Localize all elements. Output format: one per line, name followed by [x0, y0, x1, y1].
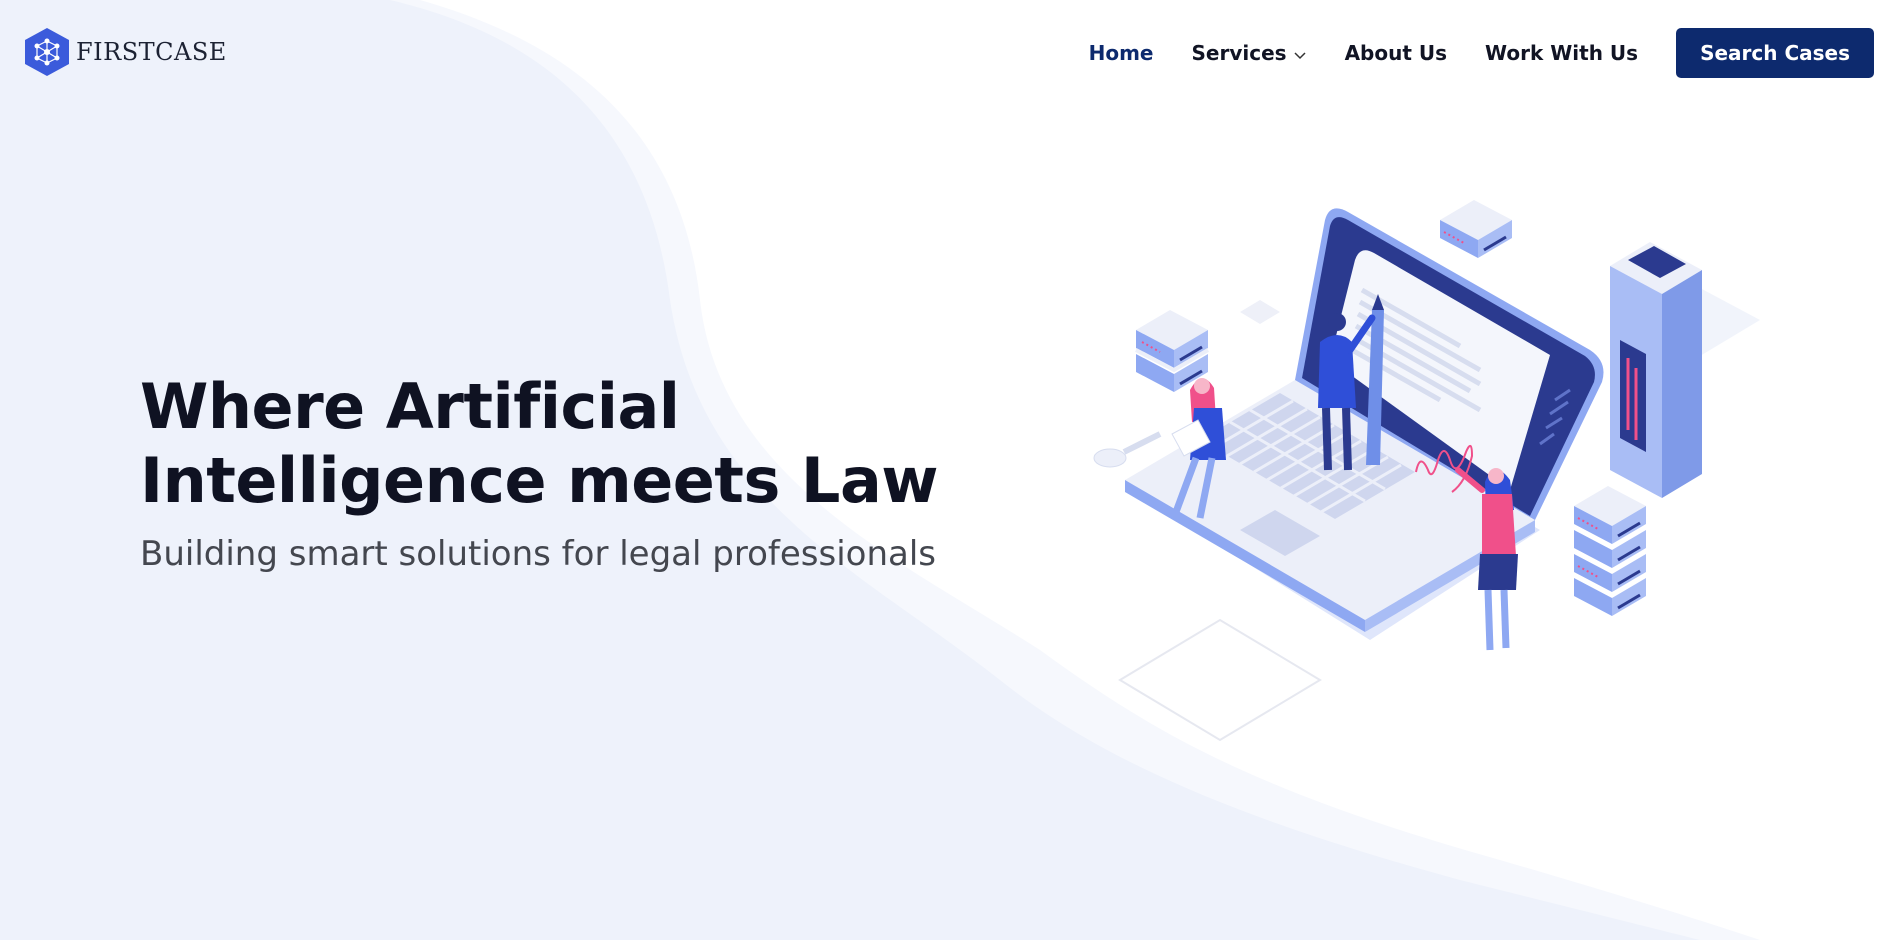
nav-about-us-label: About Us: [1344, 41, 1448, 65]
floating-tile-shape: [1240, 300, 1280, 324]
nav-home-label: Home: [1088, 41, 1154, 65]
nav-work-with-us-label: Work With Us: [1485, 41, 1639, 65]
hero-title: Where Artificial Intelligence meets Law: [140, 370, 1000, 518]
brand-name-part2: CASE: [155, 38, 227, 66]
nav-home[interactable]: Home: [1089, 41, 1154, 65]
hero-subtitle: Building smart solutions for legal profe…: [140, 534, 936, 574]
hero-section: Where Artificial Intelligence meets Law …: [140, 370, 1000, 576]
server-tower-right: [1610, 242, 1760, 498]
search-cases-button[interactable]: Search Cases: [1676, 28, 1874, 78]
server-stack-right: [1574, 486, 1646, 616]
nav-services-label: Services: [1191, 41, 1287, 65]
nav-services[interactable]: Services: [1192, 41, 1307, 65]
key-icon: [1093, 431, 1162, 468]
hero-title-line2: Intelligence meets Law: [140, 444, 939, 517]
brand-logo[interactable]: FIRSTCASE: [24, 27, 227, 77]
brand-name: FIRSTCASE: [76, 38, 227, 66]
main-nav: Home Services About Us Work With Us Sear…: [1089, 28, 1874, 78]
isometric-laptop-legal-signing-illustration: [1093, 200, 1760, 742]
hero-title-line1: Where Artificial: [140, 370, 680, 443]
server-top-center: [1440, 200, 1512, 258]
hexagon-network-icon: [25, 28, 69, 76]
nav-about-us[interactable]: About Us: [1345, 41, 1447, 65]
outline-diamond-shape: [1118, 618, 1322, 742]
nav-work-with-us[interactable]: Work With Us: [1485, 41, 1638, 65]
chevron-down-icon: [1293, 41, 1307, 65]
brand-name-part1: FIRST: [76, 38, 156, 66]
